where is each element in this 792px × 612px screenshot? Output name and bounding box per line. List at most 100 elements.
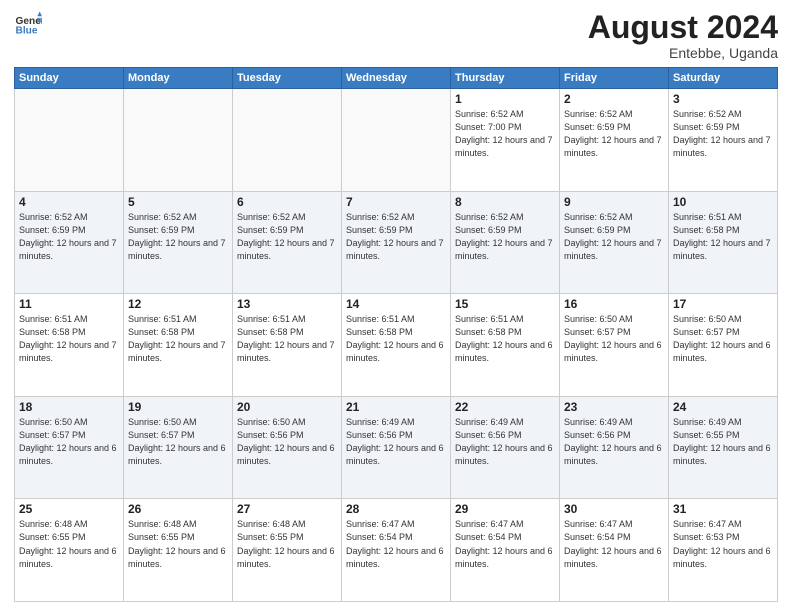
day-info: Sunrise: 6:51 AMSunset: 6:58 PMDaylight:… [673,211,773,263]
day-number: 17 [673,297,773,311]
day-info: Sunrise: 6:47 AMSunset: 6:54 PMDaylight:… [346,518,446,570]
day-number: 26 [128,502,228,516]
day-info: Sunrise: 6:49 AMSunset: 6:56 PMDaylight:… [346,416,446,468]
col-friday: Friday [560,68,669,89]
day-number: 8 [455,195,555,209]
day-info: Sunrise: 6:52 AMSunset: 6:59 PMDaylight:… [455,211,555,263]
day-number: 11 [19,297,119,311]
day-info: Sunrise: 6:51 AMSunset: 6:58 PMDaylight:… [455,313,555,365]
svg-text:Blue: Blue [16,25,38,36]
day-number: 13 [237,297,337,311]
day-info: Sunrise: 6:47 AMSunset: 6:54 PMDaylight:… [455,518,555,570]
table-row: 8 Sunrise: 6:52 AMSunset: 6:59 PMDaylight… [451,191,560,294]
day-info: Sunrise: 6:50 AMSunset: 6:56 PMDaylight:… [237,416,337,468]
day-info: Sunrise: 6:51 AMSunset: 6:58 PMDaylight:… [237,313,337,365]
day-info: Sunrise: 6:52 AMSunset: 7:00 PMDaylight:… [455,108,555,160]
title-block: August 2024 Entebbe, Uganda [588,10,778,61]
day-number: 9 [564,195,664,209]
day-info: Sunrise: 6:51 AMSunset: 6:58 PMDaylight:… [346,313,446,365]
day-number: 28 [346,502,446,516]
calendar-week-row: 4 Sunrise: 6:52 AMSunset: 6:59 PMDaylight… [15,191,778,294]
col-wednesday: Wednesday [342,68,451,89]
day-number: 10 [673,195,773,209]
day-info: Sunrise: 6:52 AMSunset: 6:59 PMDaylight:… [19,211,119,263]
calendar-header-row: Sunday Monday Tuesday Wednesday Thursday… [15,68,778,89]
day-info: Sunrise: 6:49 AMSunset: 6:56 PMDaylight:… [455,416,555,468]
table-row: 11Sunrise: 6:51 AMSunset: 6:58 PMDayligh… [15,294,124,397]
day-info: Sunrise: 6:48 AMSunset: 6:55 PMDaylight:… [128,518,228,570]
day-number: 31 [673,502,773,516]
day-info: Sunrise: 6:50 AMSunset: 6:57 PMDaylight:… [128,416,228,468]
day-number: 15 [455,297,555,311]
table-row: 22 Sunrise: 6:49 AMSunset: 6:56 PMDayligh… [451,396,560,499]
day-number: 12 [128,297,228,311]
day-number: 5 [128,195,228,209]
day-info: Sunrise: 6:50 AMSunset: 6:57 PMDaylight:… [673,313,773,365]
day-number: 18 [19,400,119,414]
day-number: 4 [19,195,119,209]
day-info: Sunrise: 6:48 AMSunset: 6:55 PMDaylight:… [19,518,119,570]
day-info: Sunrise: 6:50 AMSunset: 6:57 PMDaylight:… [564,313,664,365]
table-row: 3Sunrise: 6:52 AMSunset: 6:59 PMDaylight… [669,89,778,192]
day-info: Sunrise: 6:47 AMSunset: 6:54 PMDaylight:… [564,518,664,570]
day-number: 6 [237,195,337,209]
col-thursday: Thursday [451,68,560,89]
table-row: 25 Sunrise: 6:48 AMSunset: 6:55 PMDayligh… [15,499,124,602]
day-number: 21 [346,400,446,414]
table-row: 24 Sunrise: 6:49 AMSunset: 6:55 PMDayligh… [669,396,778,499]
day-info: Sunrise: 6:50 AMSunset: 6:57 PMDaylight:… [19,416,119,468]
table-row: 16 Sunrise: 6:50 AMSunset: 6:57 PMDayligh… [560,294,669,397]
table-row: 26 Sunrise: 6:48 AMSunset: 6:55 PMDayligh… [124,499,233,602]
table-row: 15 Sunrise: 6:51 AMSunset: 6:58 PMDayligh… [451,294,560,397]
header: General Blue August 2024 Entebbe, Uganda [14,10,778,61]
table-row: 9 Sunrise: 6:52 AMSunset: 6:59 PMDaylight… [560,191,669,294]
day-number: 14 [346,297,446,311]
table-row: 4 Sunrise: 6:52 AMSunset: 6:59 PMDaylight… [15,191,124,294]
col-tuesday: Tuesday [233,68,342,89]
day-number: 2 [564,92,664,106]
calendar-week-row: 25 Sunrise: 6:48 AMSunset: 6:55 PMDayligh… [15,499,778,602]
day-number: 7 [346,195,446,209]
day-number: 27 [237,502,337,516]
table-row: 6Sunrise: 6:52 AMSunset: 6:59 PMDaylight… [233,191,342,294]
calendar-week-row: 11 Sunrise: 6:51 AMSunset: 6:58 PMDayligh… [15,294,778,397]
generalblue-logo-icon: General Blue [14,10,42,38]
day-info: Sunrise: 6:51 AMSunset: 6:58 PMDaylight:… [128,313,228,365]
table-row: 21 Sunrise: 6:49 AMSunset: 6:56 PMDayligh… [342,396,451,499]
col-monday: Monday [124,68,233,89]
calendar-week-row: 18 Sunrise: 6:50 AMSunset: 6:57 PMDayligh… [15,396,778,499]
day-number: 20 [237,400,337,414]
table-row: 31 Sunrise: 6:47 AMSunset: 6:53 PMDayligh… [669,499,778,602]
table-row: 27Sunrise: 6:48 AMSunset: 6:55 PMDayligh… [233,499,342,602]
table-row: 30 Sunrise: 6:47 AMSunset: 6:54 PMDayligh… [560,499,669,602]
table-row: 29 Sunrise: 6:47 AMSunset: 6:54 PMDayligh… [451,499,560,602]
logo: General Blue [14,10,42,38]
day-number: 19 [128,400,228,414]
col-saturday: Saturday [669,68,778,89]
table-row: 2Sunrise: 6:52 AMSunset: 6:59 PMDaylight… [560,89,669,192]
calendar-week-row: 1Sunrise: 6:52 AMSunset: 7:00 PMDaylight… [15,89,778,192]
table-row: 19 Sunrise: 6:50 AMSunset: 6:57 PMDayligh… [124,396,233,499]
table-row [342,89,451,192]
table-row: 18 Sunrise: 6:50 AMSunset: 6:57 PMDayligh… [15,396,124,499]
table-row: 5Sunrise: 6:52 AMSunset: 6:59 PMDaylight… [124,191,233,294]
day-number: 30 [564,502,664,516]
day-info: Sunrise: 6:47 AMSunset: 6:53 PMDaylight:… [673,518,773,570]
table-row: 12 Sunrise: 6:51 AMSunset: 6:58 PMDayligh… [124,294,233,397]
table-row: 14 Sunrise: 6:51 AMSunset: 6:58 PMDayligh… [342,294,451,397]
month-year: August 2024 [588,10,778,45]
day-info: Sunrise: 6:52 AMSunset: 6:59 PMDaylight:… [346,211,446,263]
day-number: 16 [564,297,664,311]
table-row: 28 Sunrise: 6:47 AMSunset: 6:54 PMDayligh… [342,499,451,602]
day-number: 3 [673,92,773,106]
day-info: Sunrise: 6:49 AMSunset: 6:56 PMDaylight:… [564,416,664,468]
table-row: 13 Sunrise: 6:51 AMSunset: 6:58 PMDayligh… [233,294,342,397]
day-info: Sunrise: 6:52 AMSunset: 6:59 PMDaylight:… [564,211,664,263]
day-number: 25 [19,502,119,516]
col-sunday: Sunday [15,68,124,89]
day-number: 24 [673,400,773,414]
day-number: 22 [455,400,555,414]
table-row [15,89,124,192]
day-number: 29 [455,502,555,516]
day-info: Sunrise: 6:49 AMSunset: 6:55 PMDaylight:… [673,416,773,468]
